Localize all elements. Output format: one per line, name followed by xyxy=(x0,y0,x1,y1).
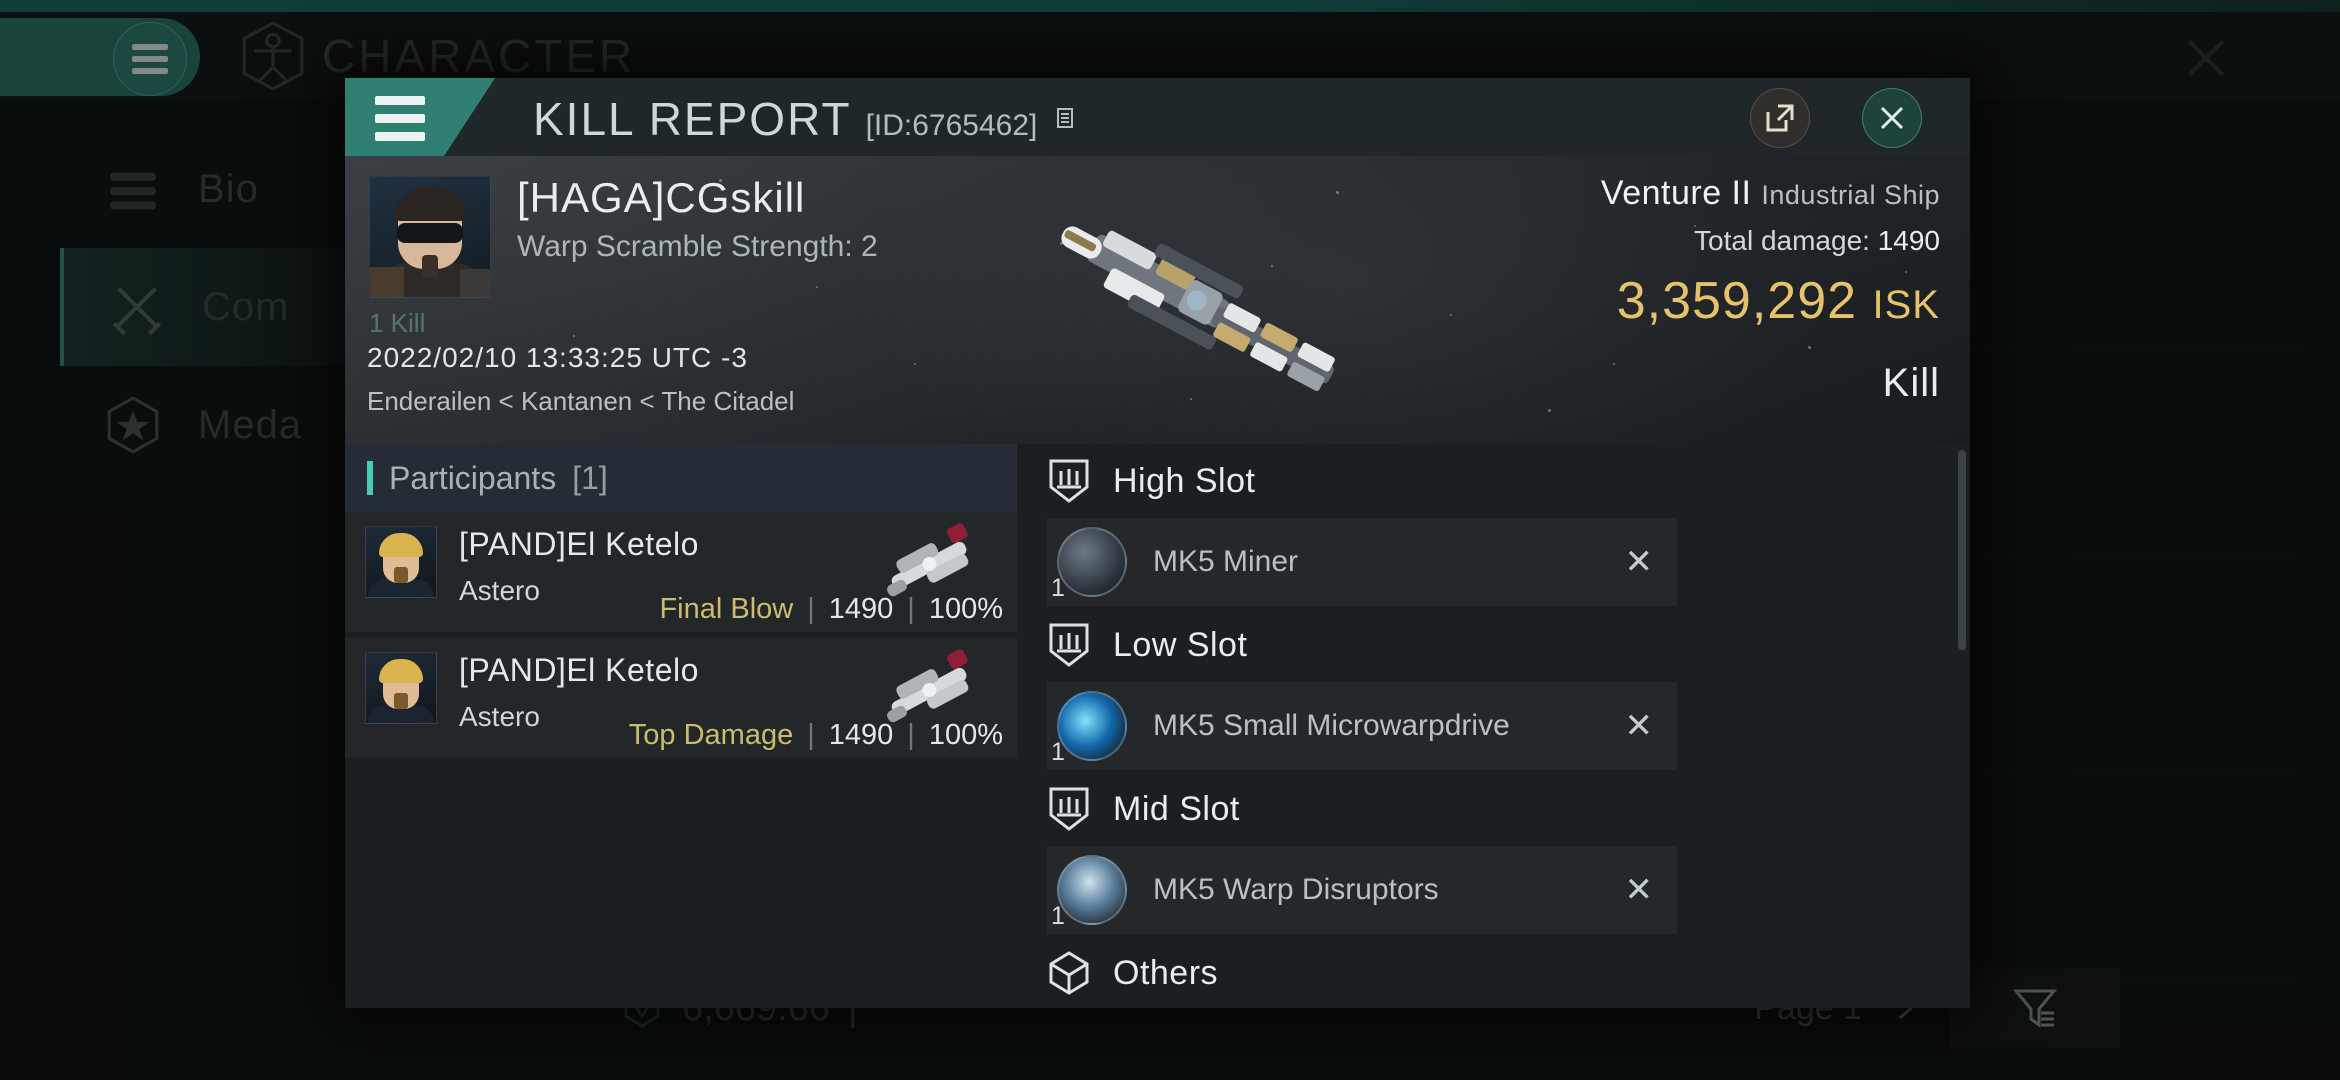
ship-name: Venture II xyxy=(1600,174,1752,212)
participant-name: [PAND]El Ketelo xyxy=(459,526,699,562)
slot-group-label: Others xyxy=(1113,953,1219,992)
kill-badge: 1 Kill xyxy=(369,308,426,338)
victim-name-block: [HAGA]CGskill Warp Scramble Strength: 2 xyxy=(517,174,878,298)
dialog-title: KILL REPORT [ID:6765462] xyxy=(533,92,1077,146)
kill-timestamp: 2022/02/10 13:33:25 UTC -3 xyxy=(367,342,748,373)
dialog-action-buttons xyxy=(1750,88,1922,148)
dialog-menu-button[interactable] xyxy=(375,96,425,141)
avatar[interactable] xyxy=(369,176,491,298)
cube-icon xyxy=(1049,951,1089,995)
victim-name: [HAGA]CGskill xyxy=(517,174,806,221)
slot-group-header-mid: Mid Slot xyxy=(1017,772,1970,846)
participants-label: Participants xyxy=(389,459,557,496)
kill-report-dialog: KILL REPORT [ID:6765462] [HAGA]CGskill W… xyxy=(345,78,1970,1008)
total-damage-label: Total damage: xyxy=(1694,225,1870,256)
hamburger-icon xyxy=(375,96,425,105)
slot-group-label: Low Slot xyxy=(1113,625,1248,664)
isk-value: 3,359,292 xyxy=(1616,272,1858,330)
avatar xyxy=(365,526,437,598)
participant-percent: 100% xyxy=(928,593,1003,625)
item-name: MK5 Miner xyxy=(1153,545,1299,579)
total-damage-row: Total damage: 1490 xyxy=(1601,225,1940,257)
participant-stats: Final Blow | 1490 | 100% xyxy=(659,593,1003,625)
slot-group-label: Mid Slot xyxy=(1113,789,1240,828)
copy-icon[interactable] xyxy=(1053,106,1077,132)
participant-tag: Final Blow xyxy=(659,593,794,625)
ship-name-row: Venture II Industrial Ship xyxy=(1601,174,1940,213)
list-item[interactable]: [PAND]El Ketelo Astero xyxy=(345,512,1017,632)
fitting-item[interactable]: 1 MK5 Miner ✕ xyxy=(1047,518,1677,606)
avatar xyxy=(365,652,437,724)
slot-shield-icon xyxy=(1049,459,1089,503)
ship-render xyxy=(1061,226,1335,392)
victim-subtitle: Warp Scramble Strength: 2 xyxy=(517,230,878,264)
slot-group-header-others: Others xyxy=(1017,936,1970,1008)
external-link-icon xyxy=(1766,104,1794,132)
slot-shield-icon xyxy=(1049,787,1089,831)
dialog-title-text: KILL REPORT xyxy=(533,93,852,145)
fitting-item[interactable]: 1 MK5 Small Microwarpdrive ✕ xyxy=(1047,682,1677,770)
victim-block: [HAGA]CGskill Warp Scramble Strength: 2 xyxy=(369,174,878,298)
fitting-panel: High Slot 1 MK5 Miner ✕ Low Slot 1 MK5 S… xyxy=(1017,444,1970,1008)
participant-tag: Top Damage xyxy=(628,719,794,751)
kill-meta: 2022/02/10 13:33:25 UTC -3 Enderailen < … xyxy=(367,342,794,417)
participants-header: Participants [1] xyxy=(345,444,1017,512)
scrollbar[interactable] xyxy=(1958,450,1966,650)
dialog-close-button[interactable] xyxy=(1862,88,1922,148)
fitting-item[interactable]: 1 MK5 Warp Disruptors ✕ xyxy=(1047,846,1677,934)
dialog-header: KILL REPORT [ID:6765462] xyxy=(345,78,1970,156)
kill-result: Kill xyxy=(1882,361,1940,405)
close-icon xyxy=(1880,106,1904,130)
participants-panel: Participants [1] [PAND]El Ketelo Astero xyxy=(345,444,1017,1008)
screen-root: CHARACTER Bio Com Meda KILL REPORT [ID:6… xyxy=(0,0,2340,1080)
kill-summary-hero: [HAGA]CGskill Warp Scramble Strength: 2 … xyxy=(345,156,1970,444)
kill-location: Enderailen < Kantanen < The Citadel xyxy=(367,386,795,416)
mk5-warp-disruptor-icon: 1 xyxy=(1051,855,1127,930)
isk-value-row: 3,359,292 ISK xyxy=(1601,271,1940,331)
list-item[interactable]: [PAND]El Ketelo Astero xyxy=(345,638,1017,758)
ship-class: Industrial Ship xyxy=(1761,180,1940,210)
share-button[interactable] xyxy=(1750,88,1810,148)
item-name: MK5 Small Microwarpdrive xyxy=(1153,709,1510,743)
participant-stats: Top Damage | 1490 | 100% xyxy=(628,719,1003,751)
close-icon[interactable]: ✕ xyxy=(1625,873,1654,907)
participant-percent: 100% xyxy=(928,719,1003,751)
slot-group-header-high: High Slot xyxy=(1017,444,1970,518)
mk5-microwarpdrive-icon: 1 xyxy=(1051,691,1127,766)
participant-damage: 1490 xyxy=(828,719,894,751)
item-quantity: 1 xyxy=(1051,902,1065,930)
participants-count: [1] xyxy=(572,459,608,496)
total-damage-value: 1490 xyxy=(1877,225,1940,256)
item-name: MK5 Warp Disruptors xyxy=(1153,873,1439,907)
mk5-miner-icon: 1 xyxy=(1051,527,1127,602)
item-quantity: 1 xyxy=(1051,574,1065,602)
participant-damage: 1490 xyxy=(828,593,894,625)
kill-summary: Venture II Industrial Ship Total damage:… xyxy=(1601,174,1940,406)
dialog-body: Participants [1] [PAND]El Ketelo Astero xyxy=(345,444,1970,1008)
dialog-id-label: [ID:6765462] xyxy=(865,109,1038,142)
close-icon[interactable]: ✕ xyxy=(1625,709,1654,743)
isk-unit: ISK xyxy=(1872,283,1940,327)
participant-name: [PAND]El Ketelo xyxy=(459,652,699,688)
accent-bar xyxy=(367,461,373,495)
slot-group-header-low: Low Slot xyxy=(1017,608,1970,682)
slot-group-label: High Slot xyxy=(1113,461,1256,500)
slot-shield-icon xyxy=(1049,623,1089,667)
item-quantity: 1 xyxy=(1051,738,1065,766)
close-icon[interactable]: ✕ xyxy=(1625,545,1654,579)
